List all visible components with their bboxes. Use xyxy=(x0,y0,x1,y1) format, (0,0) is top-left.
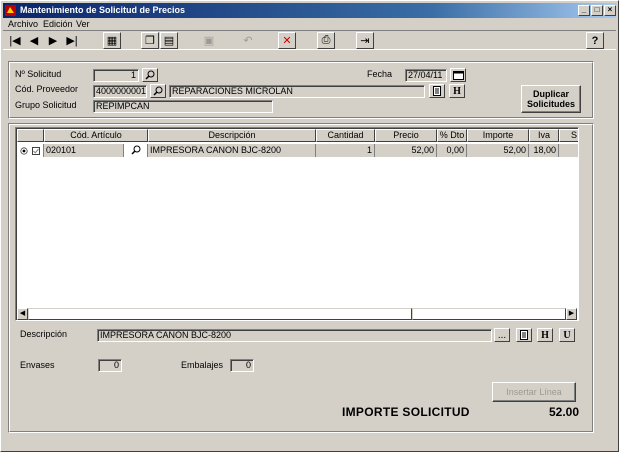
save-icon[interactable]: ▣ xyxy=(200,32,218,49)
grupo-label: Grupo Solicitud xyxy=(15,100,77,110)
proveedor-name-field[interactable]: REPARACIONES MICROLAN xyxy=(169,85,425,98)
undo-icon[interactable]: ↶ xyxy=(239,32,257,49)
minimize-button[interactable]: _ xyxy=(578,5,590,16)
scroll-track[interactable] xyxy=(28,308,412,320)
grupo-field[interactable]: REPIMPCAN xyxy=(93,100,273,113)
cell-cantidad[interactable]: 1 xyxy=(316,144,375,157)
search-icon xyxy=(145,70,155,80)
cell-s[interactable] xyxy=(559,144,578,157)
exit-icon[interactable]: ⇥ xyxy=(356,32,374,49)
menu-bar: Archivo Edición Ver xyxy=(3,18,616,30)
col-header-s[interactable]: S xyxy=(559,129,578,142)
table-row[interactable]: 020101 IMPRESORA CANON BJC-8200 1 52,00 … xyxy=(17,144,578,157)
scroll-right-button[interactable]: ▶ xyxy=(566,308,577,320)
horizontal-scrollbar[interactable]: ◀ ▶ xyxy=(17,308,577,320)
embalajes-field[interactable]: 0 xyxy=(230,359,254,372)
notes-button[interactable] xyxy=(429,84,445,98)
search-articulo-button[interactable] xyxy=(124,144,148,157)
solicitud-field[interactable]: 1 xyxy=(93,69,139,82)
scroll-thumb[interactable] xyxy=(412,308,566,320)
calendar-button[interactable] xyxy=(450,68,466,82)
descripcion-field[interactable]: IMPRESORA CANON BJC-8200 xyxy=(97,329,492,342)
col-header-codigo[interactable]: Cód. Artículo xyxy=(44,129,148,142)
prev-record-button[interactable]: ◀ xyxy=(25,32,43,49)
cell-precio[interactable]: 52,00 xyxy=(375,144,437,157)
checkbox-icon xyxy=(32,147,40,155)
delete-icon[interactable]: ✕ xyxy=(278,32,296,49)
app-icon xyxy=(5,5,16,16)
grid-header: Cód. Artículo Descripción Cantidad Preci… xyxy=(17,129,578,142)
search-proveedor-button[interactable] xyxy=(150,84,166,98)
menu-archivo[interactable]: Archivo xyxy=(8,19,38,29)
col-header-dto[interactable]: % Dto xyxy=(437,129,467,142)
toolbar: |◀ ◀ ▶ ▶| ▦ ❐ ▤ ▣ ↶ ✕ ⎙ ⇥ ? xyxy=(3,30,616,50)
row-selector[interactable] xyxy=(17,144,44,157)
radio-icon xyxy=(20,147,28,155)
fecha-label: Fecha xyxy=(367,69,393,79)
cell-importe[interactable]: 52,00 xyxy=(467,144,529,157)
col-header-importe[interactable]: Importe xyxy=(467,129,529,142)
envases-field[interactable]: 0 xyxy=(98,359,122,372)
col-header-precio[interactable]: Precio xyxy=(375,129,437,142)
col-header-iva[interactable]: Iva xyxy=(529,129,559,142)
detail-notes-button[interactable] xyxy=(516,328,532,342)
detail-u-button[interactable]: U xyxy=(559,328,575,342)
new-record-icon[interactable]: ❐ xyxy=(141,32,159,49)
detail-h-button[interactable]: H xyxy=(537,328,553,342)
window-title: Mantenimiento de Solicitud de Precios xyxy=(20,5,186,15)
calendar-icon xyxy=(452,71,464,80)
cell-descripcion[interactable]: IMPRESORA CANON BJC-8200 xyxy=(148,144,316,157)
maximize-button[interactable]: □ xyxy=(591,5,603,16)
main-window: Mantenimiento de Solicitud de Precios _ … xyxy=(0,0,619,452)
menu-ver[interactable]: Ver xyxy=(76,19,90,29)
document-icon xyxy=(520,330,528,340)
scroll-left-button[interactable]: ◀ xyxy=(17,308,28,320)
calculator-icon[interactable]: ▦ xyxy=(103,32,121,49)
first-record-button[interactable]: |◀ xyxy=(6,32,24,49)
envases-label: Envases xyxy=(20,360,55,370)
last-record-button[interactable]: ▶| xyxy=(63,32,81,49)
title-bar[interactable]: Mantenimiento de Solicitud de Precios _ … xyxy=(3,3,616,18)
total-value: 52.00 xyxy=(548,405,579,419)
cell-dto[interactable]: 0,00 xyxy=(437,144,467,157)
duplicar-solicitudes-button[interactable]: Duplicar Solicitudes xyxy=(521,85,581,113)
menu-edicion[interactable]: Edición xyxy=(43,19,73,29)
lines-grid: Cód. Artículo Descripción Cantidad Preci… xyxy=(15,127,579,321)
proveedor-code-field[interactable]: 4000000001 xyxy=(93,85,147,98)
descripcion-label: Descripción xyxy=(20,329,68,339)
history-h-button[interactable]: H xyxy=(449,84,465,98)
search-icon xyxy=(131,145,141,155)
help-icon[interactable]: ? xyxy=(586,32,604,49)
search-icon xyxy=(153,86,163,96)
fecha-field[interactable]: 27/04/11 xyxy=(405,69,447,82)
cell-iva[interactable]: 18,00 xyxy=(529,144,559,157)
document-icon xyxy=(433,86,441,96)
total-label: IMPORTE SOLICITUD xyxy=(342,405,470,419)
search-solicitud-button[interactable] xyxy=(142,68,158,82)
list-icon[interactable]: ▤ xyxy=(160,32,178,49)
grid-header-selector xyxy=(17,129,44,142)
embalajes-label: Embalajes xyxy=(181,360,224,370)
insertar-linea-button[interactable]: Insertar Línea xyxy=(492,382,576,402)
col-header-descripcion[interactable]: Descripción xyxy=(148,129,316,142)
close-button[interactable]: × xyxy=(604,5,616,16)
more-button[interactable]: ... xyxy=(494,328,510,342)
proveedor-label: Cód. Proveedor xyxy=(15,84,79,94)
solicitud-label: Nº Solicitud xyxy=(15,69,62,79)
col-header-cantidad[interactable]: Cantidad xyxy=(316,129,375,142)
next-record-button[interactable]: ▶ xyxy=(44,32,62,49)
cell-codigo[interactable]: 020101 xyxy=(44,144,124,157)
print-icon[interactable]: ⎙ xyxy=(317,32,335,49)
